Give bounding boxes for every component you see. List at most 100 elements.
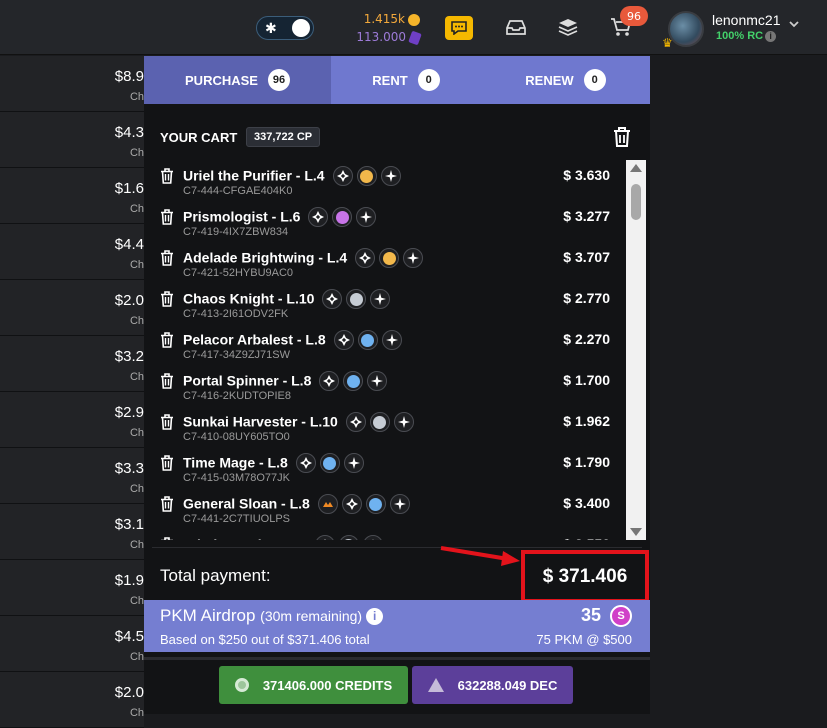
list-item[interactable]: $8.9 Ch [0,56,144,112]
airdrop-rate: 75 PKM @ $500 [536,632,632,647]
list-item[interactable]: $3.3 Ch [0,448,144,504]
airdrop-name: PKM Airdrop [160,606,256,625]
card-code: C7-415-03M78O77JK [183,472,291,484]
card-code: C7-421-52HYBU9AC0 [183,267,294,279]
card-name-text: Sunkai Harvester - L.10 [183,413,338,430]
list-item[interactable]: $4.5 Ch [0,616,144,672]
list-item-price: $4.4 [114,236,144,253]
avatar[interactable] [668,11,704,47]
list-item[interactable]: $3.1 Ch [0,504,144,560]
trash-icon[interactable] [160,209,174,225]
trash-icon[interactable] [160,250,174,266]
cart-item[interactable]: Prismologist - L.6 C7-419-4IX7ZBW834 $ 3.2… [152,201,626,242]
dec-icon [427,678,444,692]
element-icon [379,248,400,268]
neutral-icon [308,207,329,227]
theme-toggle[interactable]: ✱ [256,16,314,40]
element-icon [357,330,378,350]
airdrop-basis: Based on $250 out of $371.406 total [160,632,370,647]
chat-icon[interactable] [445,16,473,40]
trash-icon[interactable] [160,168,174,184]
trash-icon[interactable] [160,291,174,307]
neutral-icon [319,371,340,391]
list-item-price: $3.2 [114,348,144,365]
rarity-star-icon [381,330,402,350]
tab-purchase[interactable]: PURCHASE 96 [144,56,331,104]
pay-credits-button[interactable]: 371406.000 CREDITS [219,666,408,704]
rarity-star-icon [403,248,424,268]
neutral-icon [345,412,366,432]
list-item[interactable]: $1.9 Ch [0,560,144,616]
trash-icon[interactable] [160,496,174,512]
list-item[interactable]: $3.2 Ch [0,336,144,392]
scroll-down-icon[interactable] [630,528,642,536]
card-price: $ 1.962 [563,413,610,429]
card-icons [322,289,391,309]
card-name: Prismologist - L.6 [183,207,377,228]
list-item-price: $2.9 [114,404,144,421]
rc-status: 100% RC i [716,30,777,42]
list-item[interactable]: $4.3 Ch [0,112,144,168]
tab-renew-count: 0 [583,69,606,91]
chat-bubble-icon [451,21,467,35]
trash-icon[interactable] [160,537,174,540]
cp-badge: 337,722 CP [246,127,321,147]
cart-item[interactable]: Adelade Brightwing - L.4 C7-421-52HYBU9AC… [152,242,626,283]
list-item-price: $1.6 [114,180,144,197]
cart-items: Uriel the Purifier - L.4 C7-444-CFGAE404K… [152,160,626,540]
pay-dec-button[interactable]: 632288.049 DEC [412,666,573,704]
card-name: Sunkai Harvester - L.10 [183,412,414,433]
trash-icon[interactable] [160,332,174,348]
scrollbar[interactable] [626,160,646,540]
username[interactable]: lenonmc21 [712,12,781,28]
list-item[interactable]: $1.6 Ch [0,168,144,224]
card-name: Uriel the Purifier - L.4 [183,166,401,187]
tab-rent-label: RENT [372,72,408,88]
tab-purchase-label: PURCHASE [185,72,258,88]
tab-renew[interactable]: RENEW 0 [481,56,650,104]
layers-icon[interactable] [555,14,581,40]
clear-cart-icon[interactable] [612,126,632,148]
cart-item[interactable]: Chaos Knight - L.10 C7-413-2I61ODV2FK $ 2.… [152,283,626,324]
list-item[interactable]: $2.0 Ch [0,280,144,336]
sun-icon: ✱ [265,20,277,36]
list-item-price: $8.9 [114,68,144,85]
cart-item[interactable]: Time Mage - L.8 C7-415-03M78O77JK $ 1.790 [152,447,626,488]
cart-item[interactable]: Portal Spinner - L.8 C7-416-2KUDTOPIE8 $ 1… [152,365,626,406]
trash-icon[interactable] [160,455,174,471]
balances: 1.415k 113.000 [340,10,422,46]
list-item[interactable]: $2.9 Ch [0,392,144,448]
info-icon[interactable]: i [366,608,384,625]
card-code: C7-416-2KUDTOPIE8 [183,390,292,402]
cart-item[interactable]: Stitch Leech - L.10 $ 3.550 [152,529,626,540]
scroll-up-icon[interactable] [630,164,642,172]
list-item[interactable]: $2.0 Ch [0,672,144,728]
gem-icon [408,30,422,45]
inbox-icon[interactable] [503,14,529,40]
market-list: $8.9 Ch $4.3 Ch $1.6 Ch $4.4 Ch $2.0 Ch $3.2 Ch $2.9… [0,56,144,728]
list-item-sub: Ch [129,371,144,383]
pack-balance: 113.000 [356,30,406,44]
card-name: Time Mage - L.8 [183,453,364,474]
cart-item[interactable]: General Sloan - L.8 C7-441-2C7TIUOLPS $ 3.… [152,488,626,529]
card-name: Portal Spinner - L.8 [183,371,388,392]
scroll-thumb[interactable] [631,184,641,220]
list-item-price: $2.0 [114,292,144,309]
cart-item[interactable]: Pelacor Arbalest - L.8 C7-417-34Z9ZJ71SW $… [152,324,626,365]
list-item-sub: Ch [129,651,144,663]
top-bar: ✱ 1.415k 113.000 96 ♛ lenonmc21 100% RC i [0,0,827,55]
cart-panel: PURCHASE 96 RENT 0 RENEW 0 YOUR CART 337… [144,56,650,714]
airdrop-banner: PKM Airdrop (30m remaining) i 35 S Based … [144,600,650,652]
chevron-down-icon[interactable] [789,17,799,31]
cart-item[interactable]: Sunkai Harvester - L.10 C7-410-08UY605TO0… [152,406,626,447]
info-icon[interactable]: i [765,31,777,42]
trash-icon[interactable] [160,414,174,430]
trash-icon[interactable] [160,373,174,389]
card-name-text: Uriel the Purifier - L.4 [183,167,325,184]
list-item-price: $1.9 [114,572,144,589]
list-item[interactable]: $4.4 Ch [0,224,144,280]
element-icon [346,289,367,309]
tab-rent[interactable]: RENT 0 [331,56,481,104]
card-icons [345,412,414,432]
cart-item[interactable]: Uriel the Purifier - L.4 C7-444-CFGAE404K… [152,160,626,201]
